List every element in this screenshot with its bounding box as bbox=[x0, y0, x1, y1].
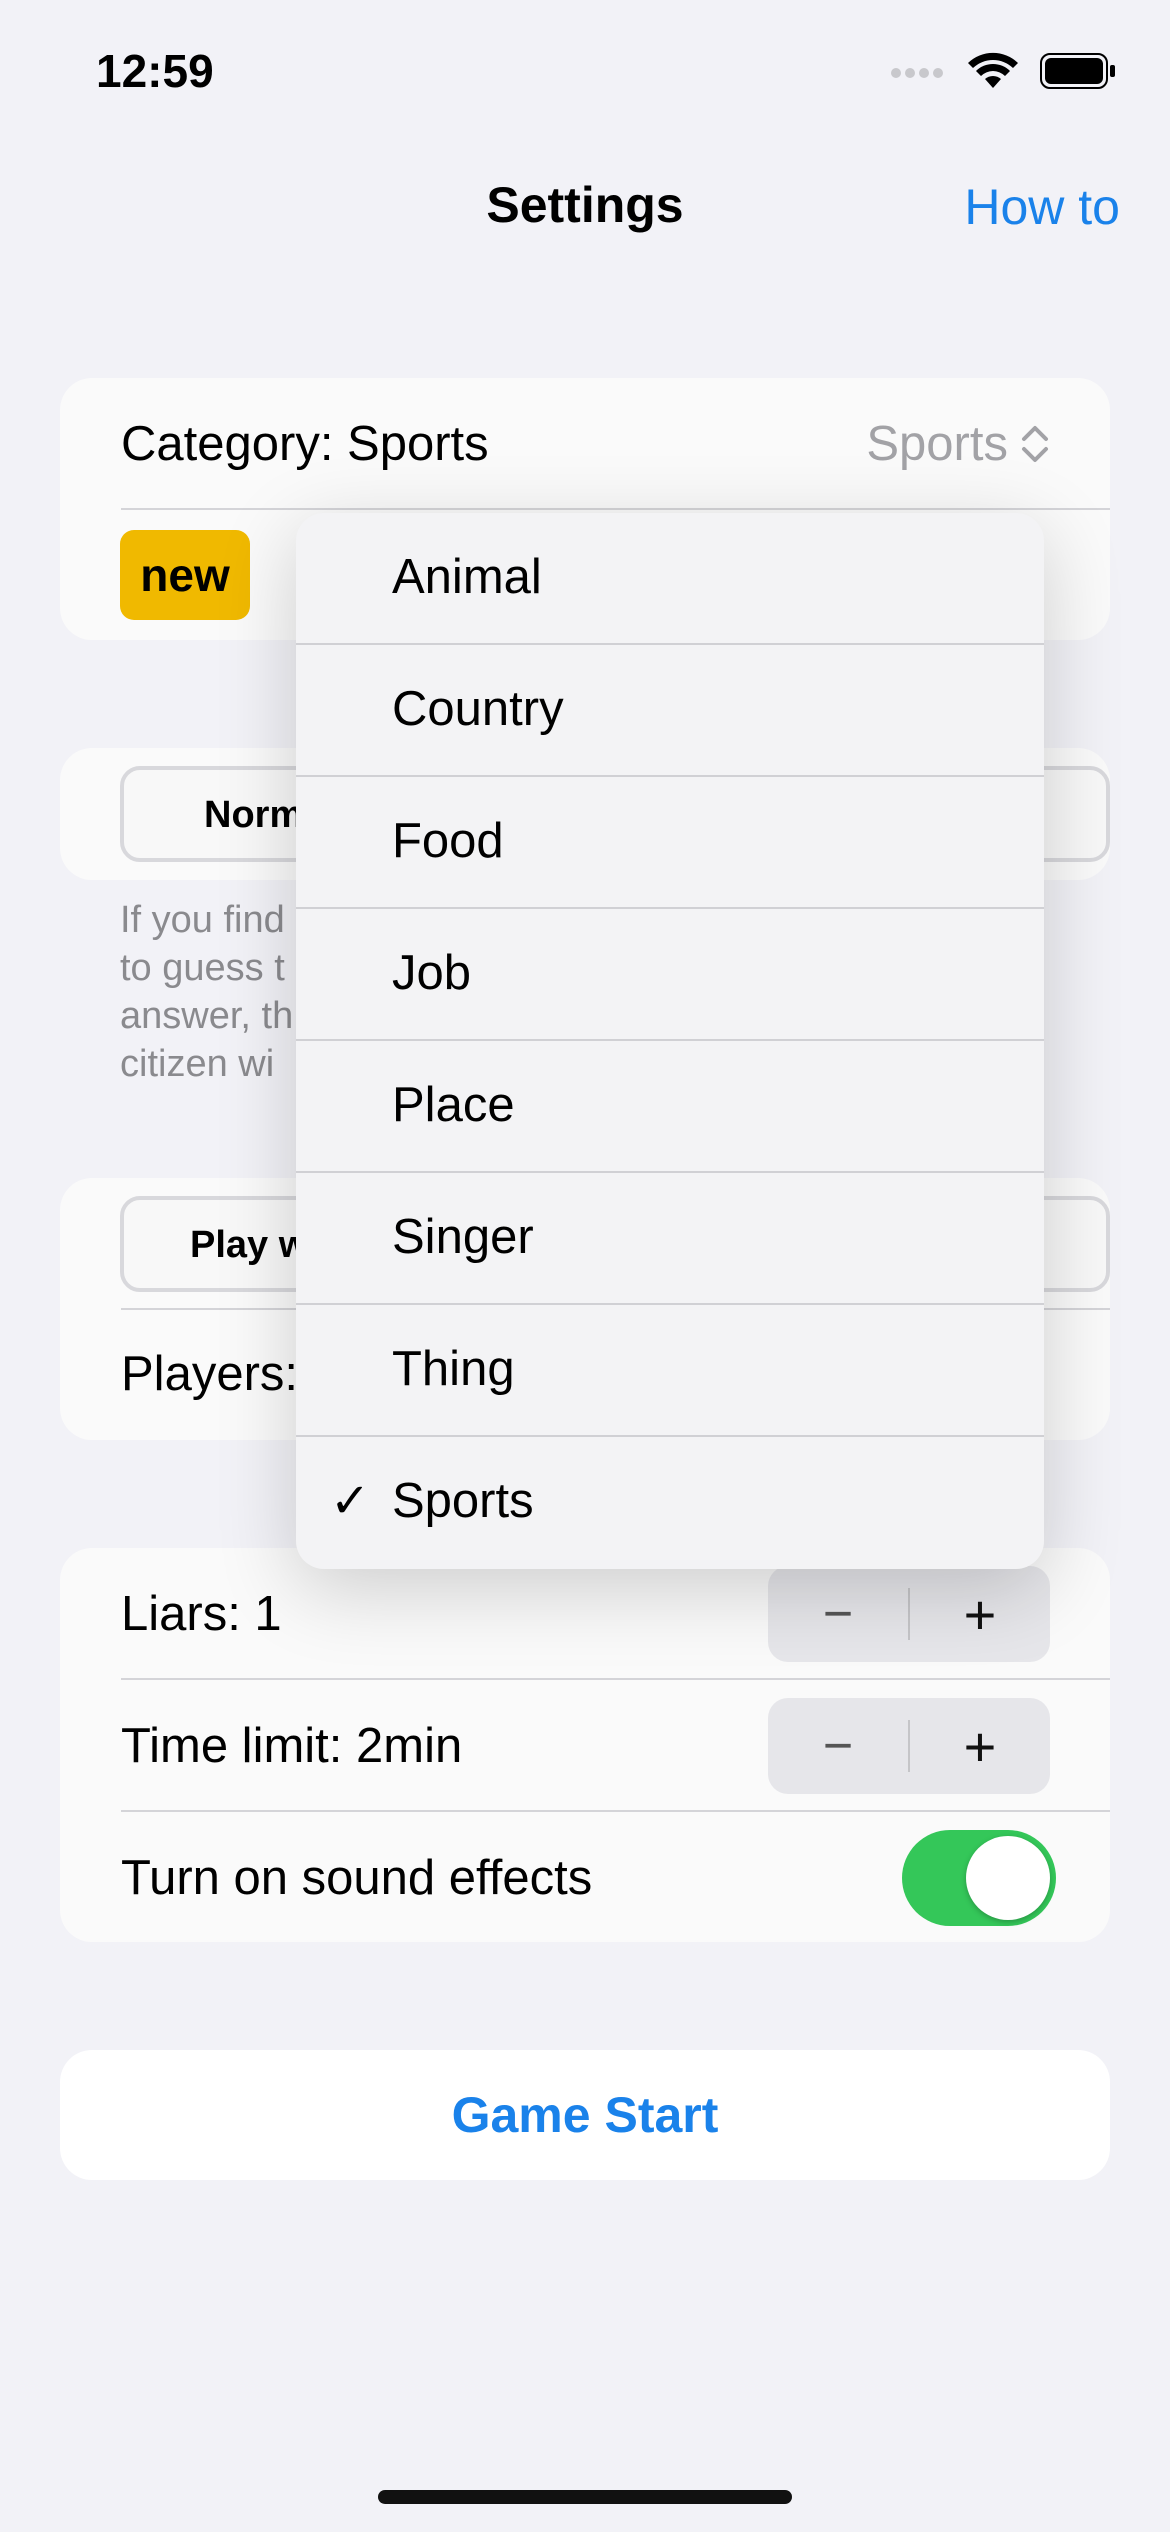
category-picker-value: Sports bbox=[866, 417, 1008, 471]
hint-line: to guess t bbox=[120, 947, 285, 989]
liars-stepper[interactable]: − + bbox=[768, 1566, 1050, 1662]
checkmark-icon: ✓ bbox=[330, 1475, 371, 1528]
home-indicator[interactable] bbox=[378, 2490, 792, 2504]
menu-item-label: Singer bbox=[392, 1210, 534, 1264]
sound-toggle[interactable] bbox=[902, 1830, 1056, 1926]
menu-item-animal[interactable]: Animal bbox=[296, 513, 1044, 645]
new-badge: new bbox=[120, 530, 250, 620]
battery-icon bbox=[1040, 53, 1116, 94]
toggle-knob bbox=[966, 1836, 1050, 1920]
sound-label: Turn on sound effects bbox=[121, 1851, 593, 1905]
menu-item-label: Sports bbox=[392, 1474, 534, 1528]
category-label: Category: Sports bbox=[121, 417, 489, 471]
mode-hint: If you find to guess t answer, th citize… bbox=[120, 896, 320, 1086]
menu-item-sports[interactable]: ✓ Sports bbox=[296, 1437, 1044, 1569]
menu-item-food[interactable]: Food bbox=[296, 777, 1044, 909]
menu-item-job[interactable]: Job bbox=[296, 909, 1044, 1041]
liars-label: Liars: 1 bbox=[121, 1587, 282, 1641]
menu-item-label: Place bbox=[392, 1078, 515, 1132]
divider bbox=[121, 508, 1110, 510]
menu-item-country[interactable]: Country bbox=[296, 645, 1044, 777]
players-label: Players: bbox=[121, 1347, 299, 1401]
cellular-signal-icon bbox=[890, 61, 946, 86]
time-limit-decrement-button[interactable]: − bbox=[768, 1698, 908, 1794]
status-bar: 12:59 bbox=[0, 0, 1170, 150]
chevron-up-down-icon bbox=[1022, 426, 1048, 462]
game-options-card: Liars: 1 − + Time limit: 2min − + Turn o… bbox=[60, 1548, 1110, 1942]
time-limit-row: Time limit: 2min − + bbox=[60, 1680, 1110, 1812]
time-limit-stepper[interactable]: − + bbox=[768, 1698, 1050, 1794]
menu-item-label: Food bbox=[392, 814, 504, 868]
play-mode-segment[interactable]: Play w bbox=[190, 1224, 308, 1267]
menu-item-label: Thing bbox=[392, 1342, 515, 1396]
sound-row: Turn on sound effects bbox=[60, 1812, 1110, 1942]
wifi-icon bbox=[968, 52, 1018, 95]
menu-item-label: Animal bbox=[392, 550, 542, 604]
category-row[interactable]: Category: Sports Sports bbox=[60, 378, 1110, 510]
time-limit-increment-button[interactable]: + bbox=[910, 1698, 1050, 1794]
menu-item-thing[interactable]: Thing bbox=[296, 1305, 1044, 1437]
hint-line: If you find bbox=[120, 899, 285, 941]
menu-item-singer[interactable]: Singer bbox=[296, 1173, 1044, 1305]
hint-line: answer, th bbox=[120, 995, 294, 1037]
time-limit-label: Time limit: 2min bbox=[121, 1719, 463, 1773]
category-picker[interactable]: Sports bbox=[866, 416, 1050, 472]
category-dropdown-menu: Animal Country Food Job Place Singer Thi… bbox=[296, 513, 1044, 1569]
menu-item-label: Country bbox=[392, 682, 564, 736]
mode-segment-normal[interactable]: Norm bbox=[204, 794, 303, 837]
status-time: 12:59 bbox=[96, 45, 214, 97]
liars-increment-button[interactable]: + bbox=[910, 1566, 1050, 1662]
menu-item-label: Job bbox=[392, 946, 472, 1000]
status-icons bbox=[890, 52, 1116, 95]
game-start-button[interactable]: Game Start bbox=[60, 2050, 1110, 2180]
menu-item-place[interactable]: Place bbox=[296, 1041, 1044, 1173]
liars-decrement-button[interactable]: − bbox=[768, 1566, 908, 1662]
how-to-button[interactable]: How to bbox=[964, 178, 1120, 236]
hint-line: citizen wi bbox=[120, 1043, 275, 1085]
